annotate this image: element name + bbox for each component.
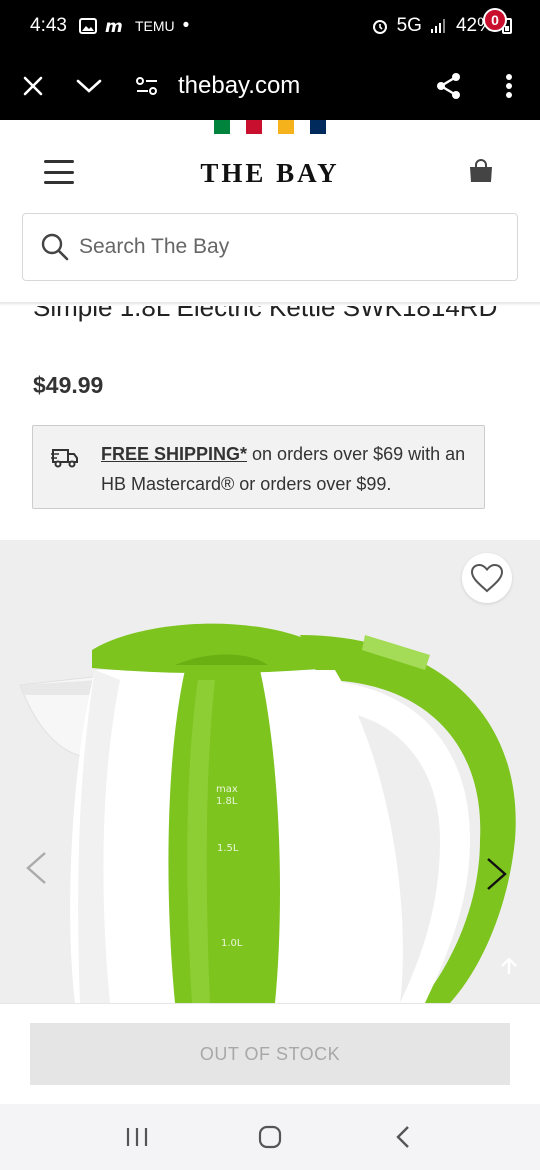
chevron-down-icon	[76, 79, 102, 93]
gallery-icon	[78, 18, 97, 34]
truck-icon	[51, 449, 78, 468]
share-button[interactable]	[426, 63, 472, 109]
chevron-right-icon	[487, 858, 507, 890]
signal-icon	[430, 19, 445, 33]
kettle-label-max: max	[216, 784, 238, 795]
minimize-button[interactable]	[66, 63, 112, 109]
favorite-button[interactable]	[462, 553, 512, 603]
search-input[interactable]	[79, 235, 459, 259]
carousel-next-button[interactable]	[485, 856, 509, 897]
notification-dot-icon: •	[182, 15, 190, 36]
arrow-up-icon	[501, 957, 517, 974]
stripe-yellow	[278, 120, 294, 134]
chevron-left-icon	[26, 852, 46, 884]
stripe-red	[246, 120, 262, 134]
home-icon	[258, 1125, 282, 1149]
kettle-label-1-0: 1.0L	[221, 938, 243, 949]
cart-count-badge: 0	[483, 8, 507, 32]
product-image-carousel[interactable]: max 1.8L 1.5L 1.0L	[0, 540, 540, 1003]
brand-stripes	[214, 120, 326, 134]
shipping-text: FREE SHIPPING* on orders over $69 with a…	[101, 439, 471, 499]
alarm-icon	[372, 20, 387, 34]
browser-toolbar: thebay.com	[0, 52, 540, 120]
scroll-to-top-button[interactable]	[500, 956, 518, 981]
carousel-prev-button[interactable]	[24, 850, 48, 891]
more-options-button[interactable]	[486, 63, 532, 109]
status-bar: 4:43 m TEMU • 5G 42%	[0, 0, 540, 52]
notification-icons: m TEMU •	[78, 15, 190, 37]
share-icon	[437, 73, 460, 99]
shopping-bag-icon[interactable]	[468, 158, 494, 184]
status-time: 4:43	[30, 15, 67, 36]
close-tab-button[interactable]	[10, 63, 56, 109]
free-shipping-link[interactable]: FREE SHIPPING*	[101, 444, 247, 464]
stripe-navy	[310, 120, 326, 134]
recent-apps-icon	[126, 1128, 147, 1146]
site-logo[interactable]: THE BAY	[0, 158, 540, 189]
back-button[interactable]	[373, 1112, 433, 1162]
system-nav-bar	[0, 1104, 540, 1170]
product-title-container: Simple 1.8L Electric Kettle SWK1814RD	[0, 306, 540, 366]
stripe-green	[214, 120, 230, 134]
product-title: Simple 1.8L Electric Kettle SWK1814RD	[33, 306, 498, 322]
purchase-bar: OUT OF STOCK	[0, 1003, 540, 1103]
back-icon	[396, 1126, 410, 1148]
url-text[interactable]: thebay.com	[178, 72, 300, 100]
kettle-image: max 1.8L 1.5L 1.0L	[19, 623, 516, 1003]
m-app-icon: m	[105, 17, 123, 35]
shipping-promo-box: FREE SHIPPING* on orders over $69 with a…	[32, 425, 485, 509]
svg-text:m: m	[105, 17, 123, 35]
kettle-label-1-5: 1.5L	[217, 843, 239, 854]
out-of-stock-button[interactable]: OUT OF STOCK	[30, 1023, 510, 1085]
search-icon	[41, 233, 69, 261]
search-bar[interactable]	[22, 213, 518, 281]
kettle-label-1-8: 1.8L	[216, 796, 238, 807]
recent-apps-button[interactable]	[107, 1112, 167, 1162]
temu-label: TEMU	[134, 18, 175, 34]
site-header: THE BAY	[0, 134, 540, 210]
product-price: $49.99	[33, 372, 104, 398]
close-icon	[23, 76, 43, 96]
site-settings-button[interactable]	[124, 63, 170, 109]
network-label: 5G	[396, 15, 422, 36]
more-vertical-icon	[506, 74, 512, 98]
home-button[interactable]	[240, 1112, 300, 1162]
tune-icon	[136, 77, 157, 95]
heart-icon	[470, 563, 504, 593]
